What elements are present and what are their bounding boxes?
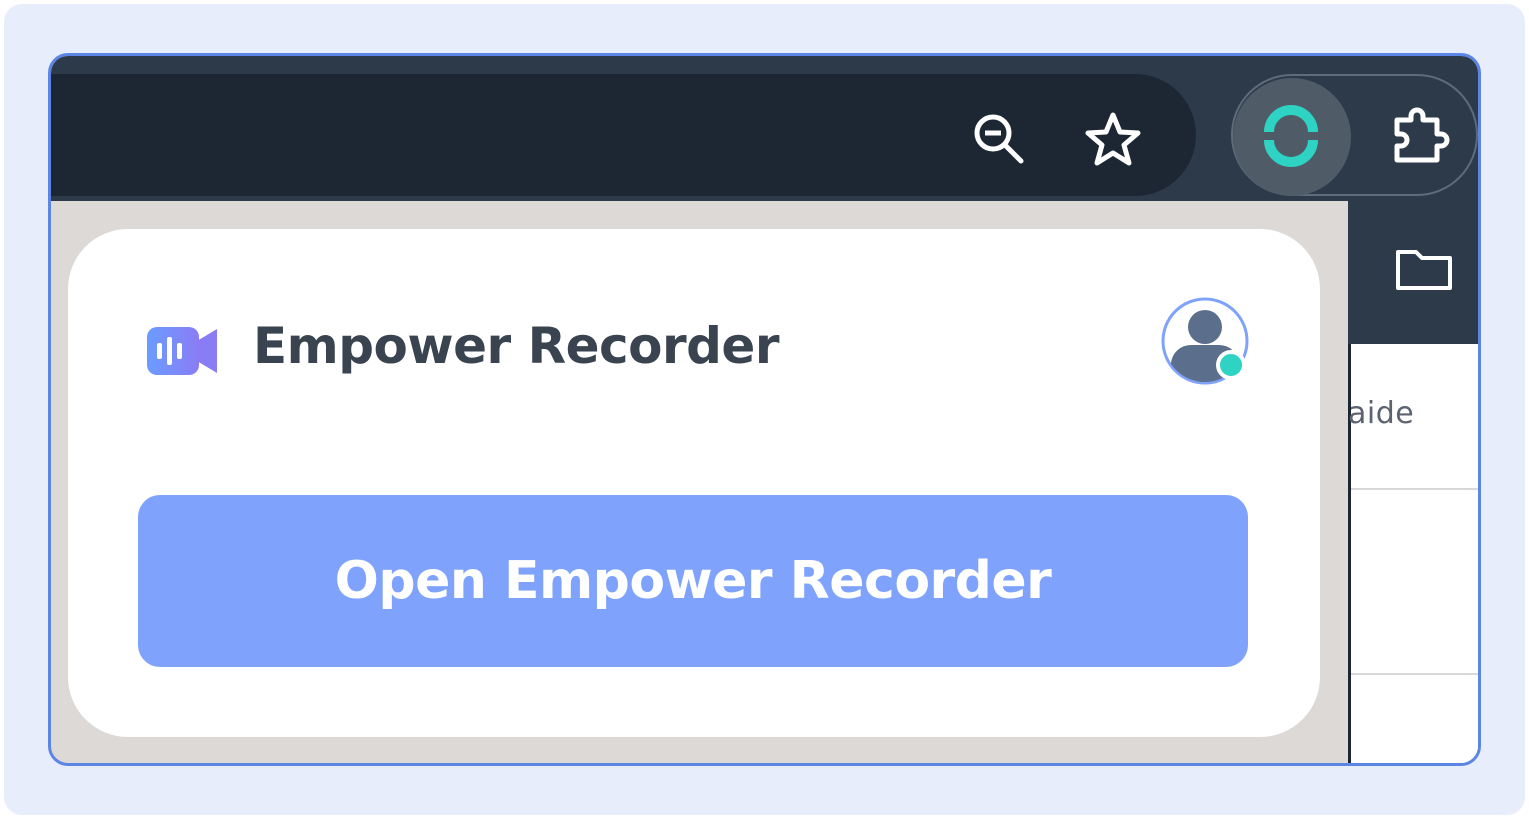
online-status-dot: [1216, 350, 1246, 380]
browser-frame: aide Empower Recorder Open Empower Recor…: [48, 53, 1481, 766]
popup-title: Empower Recorder: [253, 317, 779, 375]
star-icon[interactable]: [1084, 111, 1142, 167]
folder-icon[interactable]: [1394, 246, 1454, 292]
divider: [1351, 673, 1478, 675]
page-partial-text: aide: [1348, 396, 1415, 431]
user-avatar-icon[interactable]: [1161, 297, 1249, 385]
open-recorder-button[interactable]: Open Empower Recorder: [138, 495, 1248, 667]
divider: [1351, 488, 1478, 490]
sync-icon: [1264, 105, 1318, 167]
extension-popup: Empower Recorder Open Empower Recorder: [68, 229, 1320, 737]
recorder-logo-icon: [147, 327, 217, 375]
puzzle-icon[interactable]: [1387, 106, 1451, 170]
zoom-out-icon[interactable]: [971, 111, 1027, 167]
